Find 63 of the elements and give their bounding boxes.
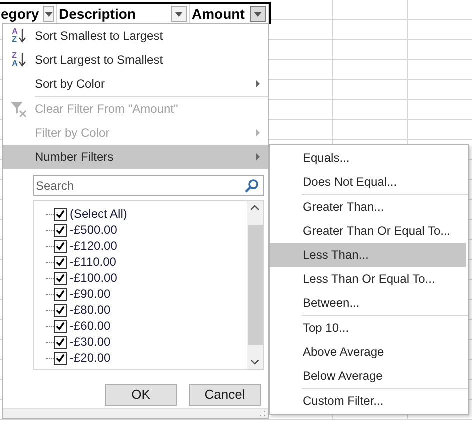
filter-dropdown-button[interactable] — [43, 6, 54, 22]
dialog-button[interactable]: OK — [105, 384, 177, 406]
value-label: -£90.00 — [70, 286, 111, 303]
scrollbar[interactable] — [247, 201, 263, 369]
menu-item[interactable]: Below Average — [270, 364, 468, 388]
menu-item[interactable]: Greater Than... — [270, 195, 468, 219]
value-label: -£30.00 — [70, 334, 111, 351]
checkbox[interactable] — [54, 272, 67, 284]
column-header: Amount — [191, 4, 245, 24]
menu-item[interactable]: Does Not Equal... — [270, 170, 468, 194]
down-arrow-icon — [18, 28, 26, 44]
sort-letter: Z — [12, 36, 18, 44]
checkbox[interactable] — [54, 208, 67, 220]
checkbox[interactable] — [54, 320, 67, 332]
menu-item[interactable]: Top 10... — [270, 316, 468, 340]
checkbox[interactable] — [54, 336, 67, 348]
scroll-down-icon[interactable] — [251, 360, 259, 365]
dropdown-arrow-icon — [254, 12, 262, 16]
dialog-button[interactable]: Cancel — [189, 384, 261, 406]
sort-letter: A — [12, 28, 18, 36]
value-label: -£20.00 — [70, 350, 111, 367]
search-input[interactable]: Search — [36, 176, 245, 194]
menu-item[interactable]: Between... — [270, 291, 468, 315]
menu-item[interactable]: Sort by Color — [3, 72, 268, 96]
checkbox[interactable] — [54, 352, 67, 364]
menu-item[interactable]: Custom Filter... — [270, 389, 468, 413]
value-label: -£110.00 — [70, 254, 116, 271]
value-label: -£80.00 — [70, 302, 111, 319]
resize-grip-icon[interactable] — [260, 411, 266, 417]
menu-item[interactable]: Above Average — [270, 340, 468, 364]
sort-letter: Z — [12, 52, 18, 60]
checkbox[interactable] — [54, 304, 67, 316]
clear-filter-icon — [10, 100, 28, 118]
value-label: -£120.00 — [70, 238, 118, 255]
dropdown-arrow-icon — [44, 12, 53, 16]
value-label: -£60.00 — [70, 318, 111, 335]
menu-item[interactable]: Equals... — [270, 146, 468, 170]
search-field[interactable]: Search — [33, 175, 264, 196]
checkbox[interactable] — [54, 224, 67, 236]
scroll-up-icon[interactable] — [251, 205, 259, 210]
column-header: Description — [58, 4, 136, 24]
menu-item[interactable]: A Z Sort Smallest to Largest — [3, 24, 268, 48]
checkbox[interactable] — [54, 256, 67, 268]
dropdown-arrow-icon — [175, 12, 183, 16]
filter-dropdown-button[interactable] — [171, 6, 187, 22]
menu-item[interactable]: Less Than... — [270, 243, 466, 267]
submenu-arrow-icon — [256, 80, 260, 88]
filter-dropdown-button[interactable] — [250, 6, 266, 22]
menu-item[interactable]: Number Filters — [3, 145, 268, 169]
submenu-arrow-icon — [256, 153, 260, 161]
sort-letter: A — [12, 60, 18, 68]
value-label: -£500.00 — [70, 222, 118, 239]
value-label: -£100.00 — [70, 270, 118, 287]
down-arrow-icon — [18, 52, 26, 68]
menu-item[interactable]: Greater Than Or Equal To... — [270, 219, 468, 243]
submenu-arrow-icon — [256, 129, 260, 137]
menu-item[interactable]: Less Than Or Equal To... — [270, 267, 468, 291]
search-icon — [245, 178, 259, 192]
checkbox[interactable] — [54, 288, 67, 300]
column-header: egory — [1, 4, 40, 24]
menu-item[interactable]: Z A Sort Largest to Smallest — [3, 48, 268, 72]
checkbox[interactable] — [54, 240, 67, 252]
value-label: (Select All) — [70, 206, 128, 223]
